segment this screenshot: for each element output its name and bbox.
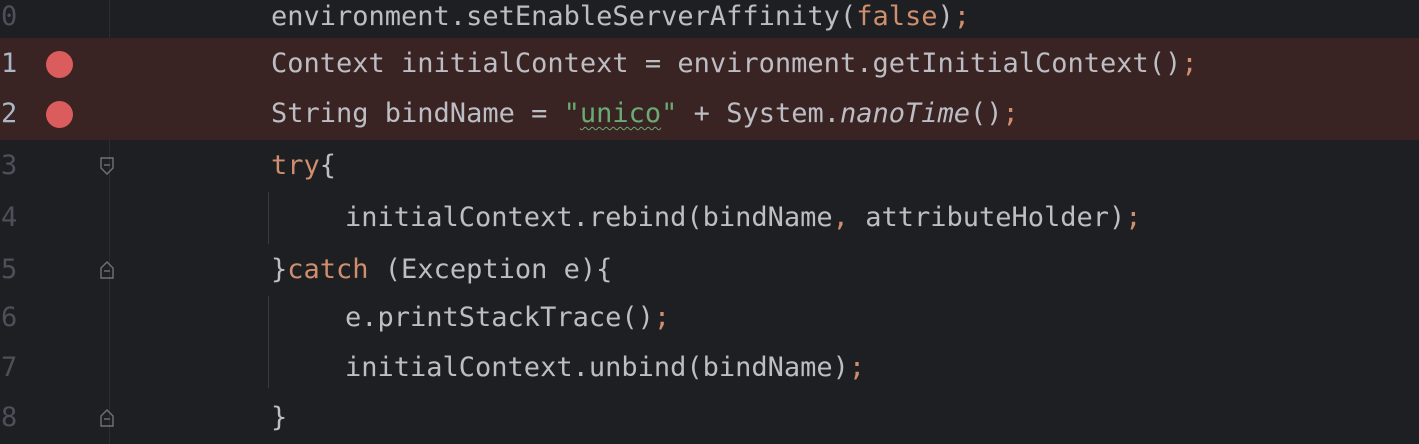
code-line[interactable]: 7 initialContext.unbind(bindName);	[0, 342, 1419, 394]
fold-end-icon[interactable]	[100, 409, 114, 427]
breakpoint-icon[interactable]	[46, 51, 73, 78]
code-text[interactable]: environment.setEnableServerAffinity(fals…	[271, 0, 970, 43]
code-token: initialContext.unbind(bindName)	[345, 352, 849, 383]
code-token: e.printStackTrace()	[345, 302, 654, 333]
semicolon-token: ;	[1002, 98, 1019, 129]
keyword-token: false	[856, 1, 938, 32]
code-line[interactable]: 6 e.printStackTrace();	[0, 292, 1419, 344]
code-token: (Exception e){	[368, 254, 613, 285]
code-token: ()	[970, 98, 1003, 129]
code-token: )	[937, 1, 954, 32]
fold-start-icon[interactable]	[100, 157, 114, 175]
keyword-token: try	[271, 150, 320, 181]
string-token: unico	[579, 98, 662, 129]
code-text[interactable]: Context initialContext = environment.get…	[271, 38, 1198, 90]
code-line-breakpoint[interactable]: 1 Context initialContext = environment.g…	[0, 38, 1419, 90]
code-editor[interactable]: 0 environment.setEnableServerAffinity(fa…	[0, 0, 1419, 444]
line-number: 4	[1, 202, 18, 233]
code-line[interactable]: 3 try{	[0, 140, 1419, 192]
code-text[interactable]: String bindName = "unico" + System.nanoT…	[271, 88, 1019, 140]
code-token: Context initialContext = environment.get…	[271, 48, 1182, 79]
code-line[interactable]: 4 initialContext.rebind(bindName, attrib…	[0, 192, 1419, 244]
code-text[interactable]: e.printStackTrace();	[345, 292, 670, 344]
line-number: 2	[1, 98, 18, 129]
semicolon-token: ;	[1125, 202, 1142, 233]
line-number: 3	[1, 150, 18, 181]
code-line-breakpoint[interactable]: 2 String bindName = "unico" + System.nan…	[0, 88, 1419, 140]
comma-token: ,	[832, 202, 849, 233]
line-number: 7	[1, 352, 18, 383]
code-line[interactable]: 5 }catch (Exception e){	[0, 244, 1419, 296]
code-token: String bindName =	[271, 98, 564, 129]
code-token: }	[271, 402, 288, 433]
string-token: "	[661, 98, 678, 129]
breakpoint-icon[interactable]	[46, 101, 73, 128]
semicolon-token: ;	[848, 352, 866, 383]
line-number: 1	[1, 48, 18, 79]
code-token: environment.setEnableServerAffinity(	[271, 1, 857, 32]
code-line[interactable]: 8 }	[0, 392, 1419, 444]
code-token: + System.	[677, 98, 840, 129]
code-token: }	[271, 254, 288, 285]
string-token: "	[563, 98, 580, 129]
static-method-token: nanoTime	[839, 98, 971, 129]
code-text[interactable]: initialContext.unbind(bindName);	[345, 342, 865, 394]
keyword-token: catch	[287, 254, 369, 285]
semicolon-token: ;	[653, 302, 671, 333]
fold-end-icon[interactable]	[100, 261, 114, 279]
code-text[interactable]: initialContext.rebind(bindName, attribut…	[345, 192, 1142, 244]
line-number: 5	[1, 254, 18, 285]
code-token: attributeHolder)	[848, 202, 1126, 233]
line-number: 6	[1, 302, 18, 333]
code-text[interactable]: }catch (Exception e){	[271, 244, 612, 296]
line-number: 0	[1, 1, 18, 32]
code-token: initialContext.rebind(bindName	[345, 202, 833, 233]
code-line[interactable]: 0 environment.setEnableServerAffinity(fa…	[0, 0, 1419, 43]
indent-guide	[268, 192, 269, 244]
code-text[interactable]: try{	[271, 140, 336, 192]
code-text[interactable]: }	[271, 392, 287, 444]
indent-guide	[268, 296, 269, 388]
semicolon-token: ;	[1181, 48, 1198, 79]
line-number: 8	[1, 402, 18, 433]
semicolon-token: ;	[953, 1, 971, 32]
code-token: {	[319, 150, 337, 181]
